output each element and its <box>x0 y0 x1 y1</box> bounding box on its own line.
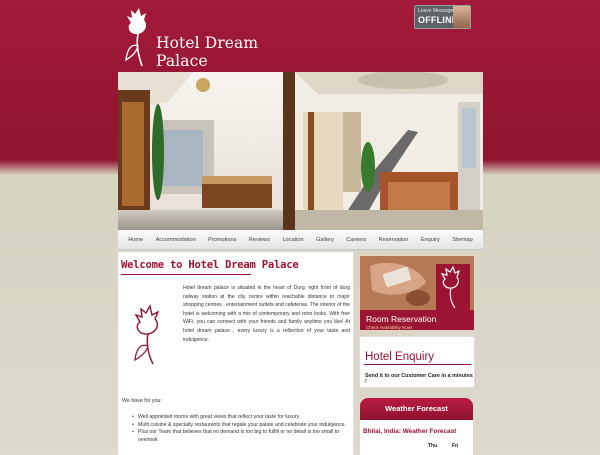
nav-item-promotions[interactable]: Promotions <box>208 237 236 243</box>
room-reservation-box[interactable]: Room Reservation Check Availability Now! <box>359 255 475 331</box>
nav-item-accommodation[interactable]: Accommodation <box>156 237 196 243</box>
we-have-heading: We have for you: <box>122 398 162 404</box>
list-item: Multi cuisine & specialty restaurants th… <box>132 422 350 430</box>
chat-status: OFFLINE <box>418 15 458 25</box>
site-logo[interactable]: Hotel Dream Palace <box>122 6 282 72</box>
nav-item-reviews[interactable]: Reviews <box>249 237 270 243</box>
weather-location[interactable]: Bhilai, India: Weather Forecast <box>363 428 456 435</box>
hotel-enquiry-box[interactable]: Hotel Enquiry Send it to our Customer Ca… <box>359 336 475 388</box>
hotel-enquiry-title: Hotel Enquiry <box>365 351 435 363</box>
list-item: Well appointed rooms with great views th… <box>132 414 350 422</box>
hotel-description: Hotel dream palace is situated in the he… <box>183 285 350 343</box>
weather-forecast-widget: Bhilai, India: Weather Forecast Thu Fri <box>360 420 473 455</box>
rose-emblem-icon <box>134 304 160 365</box>
room-reservation-title: Room Reservation <box>366 314 437 324</box>
nav-item-home[interactable]: Home <box>128 237 143 243</box>
live-chat-badge[interactable]: Leave Messages OFFLINE <box>414 5 471 29</box>
rose-logo-small-icon <box>440 265 461 309</box>
weather-day: Thu <box>428 443 438 449</box>
room-logo-panel <box>436 264 470 310</box>
sidebar: Room Reservation Check Availability Now!… <box>357 252 476 455</box>
check-availability-link[interactable]: Check Availability Now! <box>366 325 412 330</box>
nav-item-sitemap[interactable]: Sitemap <box>452 237 473 243</box>
nav-item-location[interactable]: Location <box>282 237 303 243</box>
chat-caption: Leave Messages <box>418 8 456 14</box>
welcome-heading: Welcome to Hotel Dream Palace <box>121 259 299 271</box>
feature-list: Well appointed rooms with great views th… <box>132 414 350 444</box>
weather-forecast-header: Weather Forecast <box>360 398 473 420</box>
hero-image-lobby <box>118 72 483 230</box>
list-item: Plus our Team that believes that no dema… <box>132 429 350 444</box>
weather-day: Fri <box>452 443 459 449</box>
site-name: Hotel Dream Palace <box>156 34 259 70</box>
nav-item-reservation[interactable]: Reservation <box>379 237 409 243</box>
hotel-enquiry-subtitle: Send it to our Customer Care in a minute… <box>365 373 473 385</box>
nav-item-careers[interactable]: Careers <box>346 237 366 243</box>
main-nav: Home Accommodation Promotions Reviews Lo… <box>118 230 483 250</box>
nav-item-enquiry[interactable]: Enquiry <box>421 237 440 243</box>
rose-logo-icon <box>125 8 146 67</box>
main-content: Welcome to Hotel Dream Palace Hotel drea… <box>118 252 354 455</box>
enquiry-divider <box>364 364 471 365</box>
support-agent-icon <box>453 6 470 28</box>
heading-divider <box>121 274 251 275</box>
lobby-photo <box>118 72 483 230</box>
nav-item-gallery[interactable]: Gallery <box>316 237 334 243</box>
